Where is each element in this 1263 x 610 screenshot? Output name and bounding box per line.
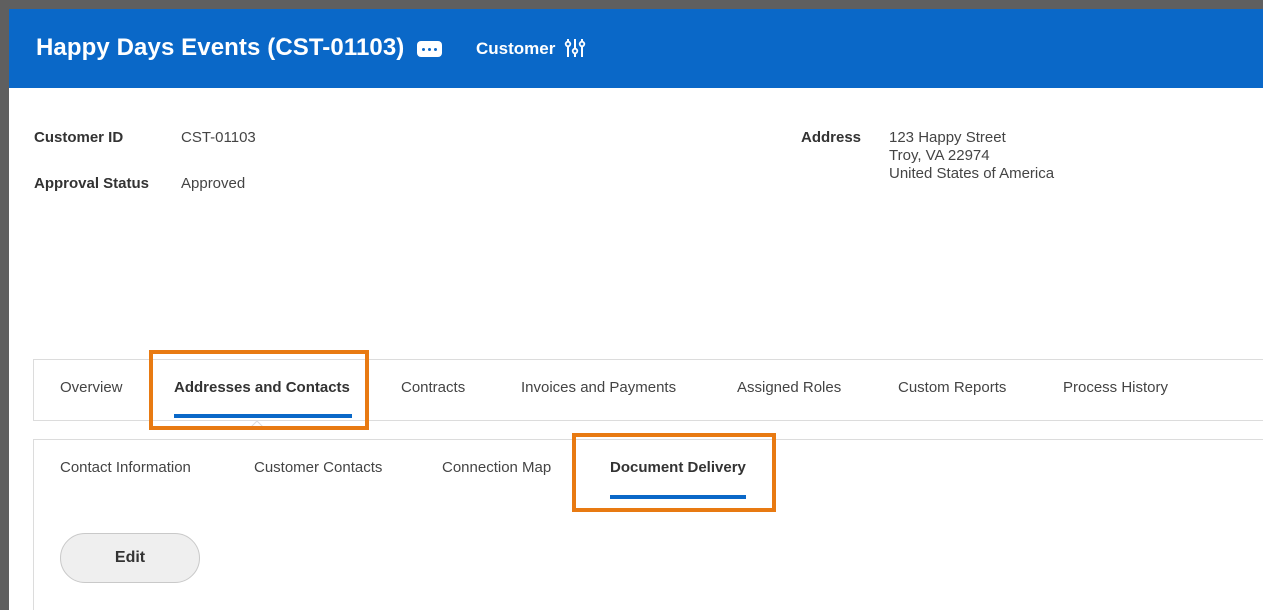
address-line: 123 Happy Street — [889, 129, 1006, 146]
customer-id-value: CST-01103 — [181, 129, 256, 146]
address-value: 123 Happy Street Troy, VA 22974 United S… — [889, 129, 1054, 183]
page-frame: Happy Days Events (CST-01103) Customer C… — [9, 9, 1263, 610]
address-line: United States of America — [889, 165, 1055, 182]
tab-assigned-roles[interactable]: Assigned Roles — [737, 379, 841, 396]
tab-contracts[interactable]: Contracts — [401, 379, 465, 396]
address-line: Troy, VA 22974 — [889, 147, 990, 164]
tab-process-history[interactable]: Process History — [1063, 379, 1168, 396]
active-tab-indicator — [174, 414, 352, 418]
sub-tab-bar: Contact Information Customer Contacts Co… — [33, 439, 1263, 501]
tab-addresses-and-contacts[interactable]: Addresses and Contacts — [174, 379, 350, 396]
more-actions-icon[interactable] — [417, 41, 442, 57]
customer-id-label: Customer ID — [34, 129, 124, 146]
approval-status-label: Approval Status — [34, 175, 150, 192]
tab-customer-contacts[interactable]: Customer Contacts — [254, 459, 382, 476]
active-subtab-indicator — [610, 495, 746, 499]
tab-overview[interactable]: Overview — [60, 379, 123, 396]
edit-button[interactable]: Edit — [60, 533, 200, 583]
tab-contact-information[interactable]: Contact Information — [60, 459, 191, 476]
related-actions-icon[interactable] — [564, 37, 586, 59]
tab-connection-map[interactable]: Connection Map — [442, 459, 551, 476]
main-tab-bar: Overview Addresses and Contacts Contract… — [33, 359, 1263, 421]
approval-status-value: Approved — [181, 175, 246, 192]
tab-pointer-icon — [248, 420, 266, 430]
tab-content: Edit — [33, 500, 1263, 610]
page-header: Happy Days Events (CST-01103) Customer — [9, 9, 1263, 88]
tab-invoices-and-payments[interactable]: Invoices and Payments — [521, 379, 676, 396]
page-title: Happy Days Events (CST-01103) — [36, 34, 405, 61]
tab-document-delivery[interactable]: Document Delivery — [610, 459, 746, 476]
address-label: Address — [801, 129, 862, 146]
object-type-label: Customer — [476, 39, 556, 58]
tab-custom-reports[interactable]: Custom Reports — [898, 379, 1006, 396]
